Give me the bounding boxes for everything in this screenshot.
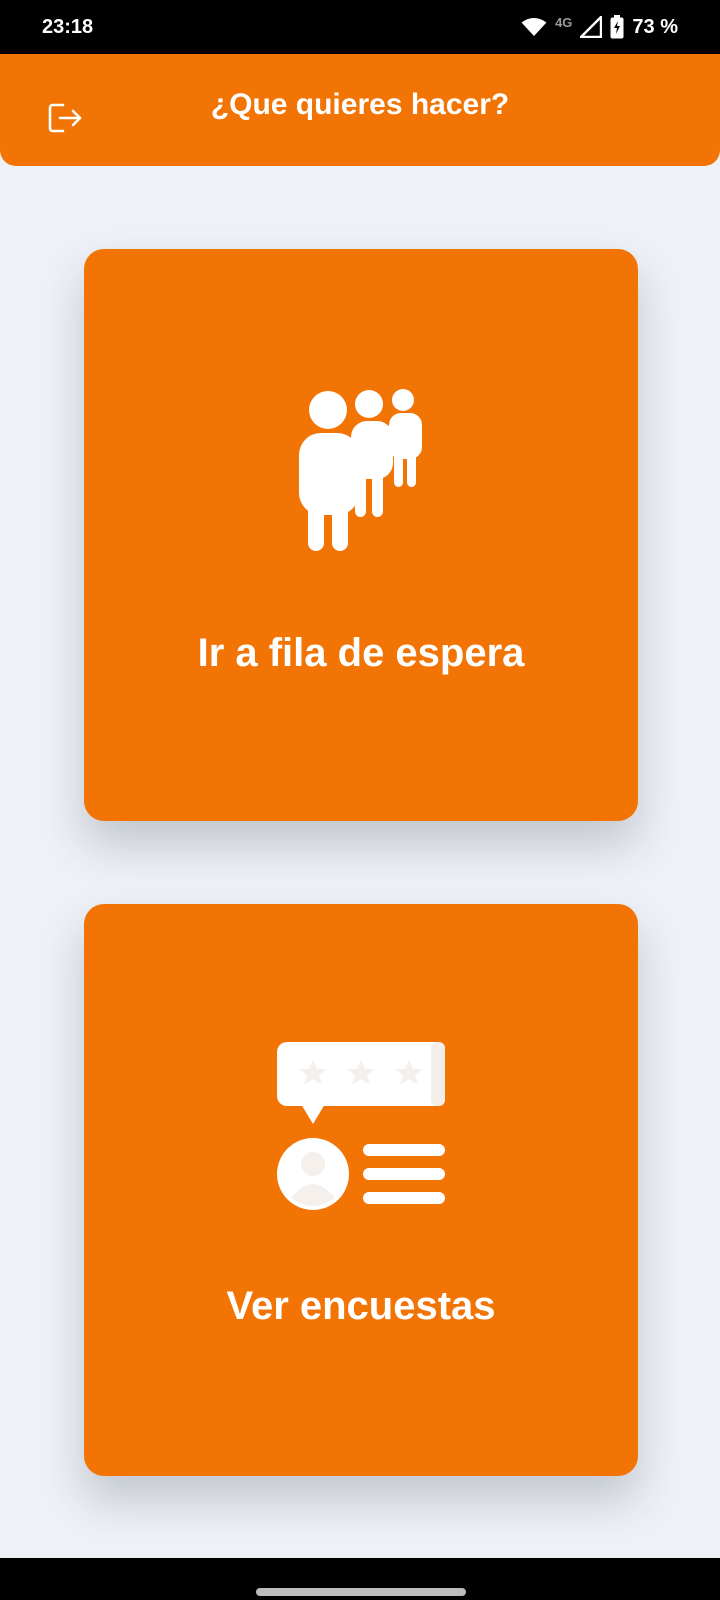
battery-percentage: 73 % (632, 15, 678, 38)
signal-icon (580, 16, 603, 38)
wifi-icon (521, 17, 547, 37)
surveys-card-button[interactable]: Ver encuestas (84, 904, 638, 1476)
status-time: 23:18 (42, 15, 94, 38)
page-title: ¿Que quieres hacer? (210, 88, 510, 121)
queue-card-button[interactable]: Ir a fila de espera (84, 249, 638, 821)
queue-people-icon (299, 389, 423, 556)
status-icons: 4G 73 % (521, 15, 678, 39)
home-gesture-handle[interactable] (256, 1588, 466, 1596)
battery-charging-icon (610, 15, 624, 39)
surveys-card-label: Ver encuestas (226, 1284, 496, 1328)
status-bar: 23:18 4G 73 % (0, 0, 720, 54)
app-header: ¿Que quieres hacer? (0, 54, 720, 166)
network-type: 4G (555, 14, 573, 30)
queue-card-label: Ir a fila de espera (197, 631, 525, 675)
survey-rating-icon (277, 1042, 445, 1215)
